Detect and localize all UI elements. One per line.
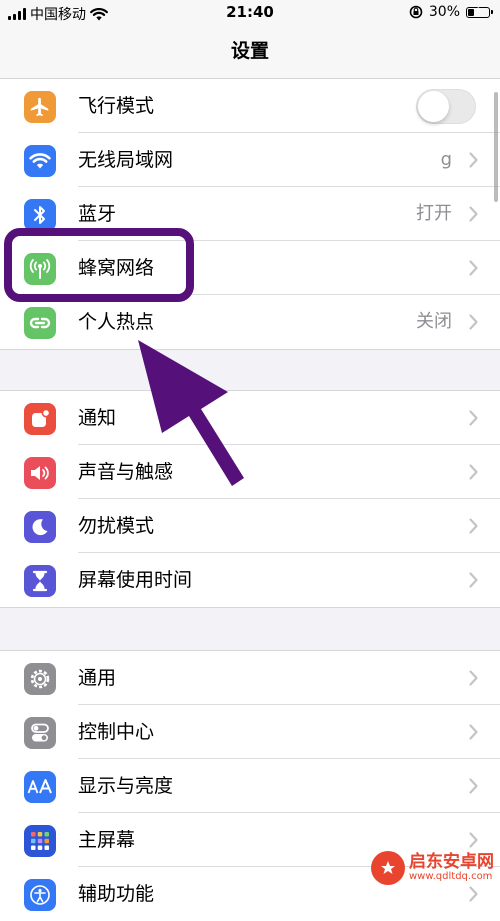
pointer-arrow <box>138 340 244 486</box>
watermark-text: 启东安卓网 www.qdltdq.com <box>409 853 494 883</box>
watermark-logo-icon <box>371 851 405 885</box>
watermark: 启东安卓网 www.qdltdq.com <box>371 851 494 885</box>
watermark-url: www.qdltdq.com <box>409 871 493 882</box>
watermark-name: 启东安卓网 <box>409 852 494 872</box>
